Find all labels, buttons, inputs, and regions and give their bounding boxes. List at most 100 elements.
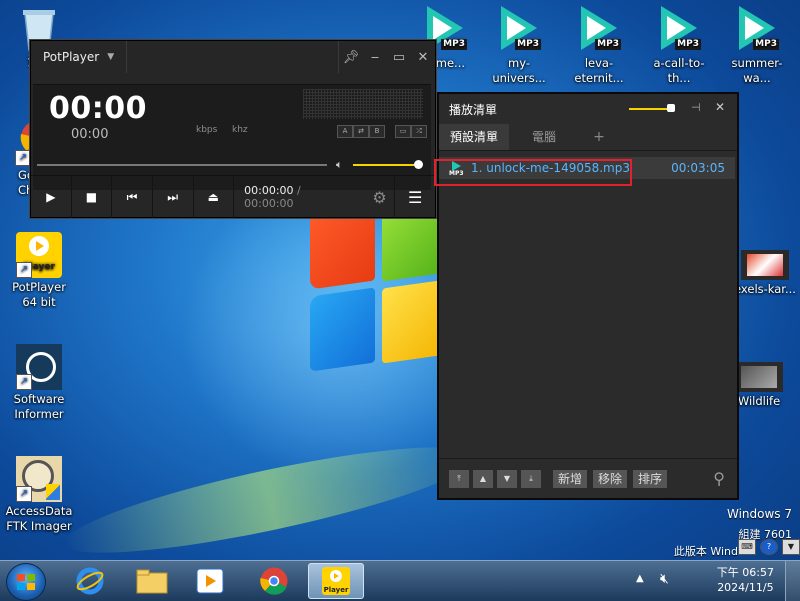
keyboard-icon[interactable]: ⌨: [738, 539, 756, 555]
move-down-button[interactable]: ▼: [497, 469, 517, 488]
clock-time: 下午 06:57: [716, 566, 774, 579]
total-time: 00:00:00: [244, 197, 294, 210]
tab-default-playlist[interactable]: 預設清單: [439, 124, 509, 150]
minimize-button[interactable]: ‒: [363, 41, 387, 73]
next-button[interactable]: ⏭︎: [153, 176, 194, 218]
gear-icon[interactable]: ⚙: [365, 188, 395, 207]
search-icon[interactable]: ⚲: [713, 469, 725, 488]
desktop-file-mp3[interactable]: MP3 summer-wa...: [722, 6, 792, 86]
volume-icon[interactable]: 🔈︎: [336, 158, 343, 172]
mp3-file-icon: MP3: [495, 6, 543, 54]
chrome-icon[interactable]: [246, 563, 302, 599]
playlist-tabs: 預設清單 電腦 +: [439, 124, 737, 151]
move-top-button[interactable]: ⤒: [449, 469, 469, 488]
desktop-icon-potplayer[interactable]: Player ↗ PotPlayer 64 bit: [4, 232, 74, 310]
potplayer-taskbar-button[interactable]: Player: [308, 563, 364, 599]
video-thumbnail-icon: [735, 362, 783, 392]
mp3-file-icon: MP3: [575, 6, 623, 54]
move-up-button[interactable]: ▲: [473, 469, 493, 488]
desktop-file-label: a-call-to-th...: [653, 56, 705, 85]
title-bar: PotPlayer ▼ 📌︎ ‒ ▭ ✕: [31, 41, 435, 73]
track-duration: 00:03:05: [671, 161, 725, 175]
sub-time: 00:00: [71, 127, 109, 142]
volume-slider[interactable]: [353, 164, 418, 166]
desktop-file-label: leva-eternit...: [574, 56, 624, 85]
playlist-title-bar: 播放清單 ⊣ ✕: [439, 94, 737, 124]
subtitle-icon[interactable]: ▭: [395, 125, 411, 138]
add-tab-button[interactable]: +: [579, 124, 619, 150]
desktop-file-mp3[interactable]: MP3 leva-eternit...: [564, 6, 634, 86]
control-bar: ▶ ■ ⏮︎ ⏭︎ ⏏︎ 00:00:00 / 00:00:00 ⚙ ☰: [31, 175, 435, 218]
shuffle-icon[interactable]: ⤮: [411, 125, 427, 138]
current-time: 00:00: [49, 91, 147, 126]
desktop-icon-label: AccessData FTK Imager: [5, 504, 73, 533]
show-hidden-icons-button[interactable]: ▲: [636, 573, 644, 584]
tab-computer[interactable]: 電腦: [509, 124, 579, 150]
elapsed-time: 00:00:00: [244, 184, 294, 197]
seek-bar[interactable]: [37, 164, 327, 166]
desktop-file-label: exels-kar...: [734, 282, 796, 296]
media-player-icon[interactable]: [182, 563, 238, 599]
app-title: PotPlayer: [43, 50, 100, 64]
clock[interactable]: 下午 06:57 2024/11/5: [717, 565, 774, 595]
previous-button[interactable]: ⏮︎: [112, 176, 153, 218]
file-explorer-icon[interactable]: [124, 563, 180, 599]
playlist-volume-knob[interactable]: [667, 104, 675, 112]
playlist-toolbar: ⤒ ▲ ▼ ⤓ 新增 移除 排序 ⚲: [439, 458, 737, 498]
pin-icon[interactable]: 📌︎: [338, 41, 363, 73]
speaker-muted-icon[interactable]: 🔇︎: [660, 571, 669, 587]
desktop-file-mp3[interactable]: MP3 my-univers...: [484, 6, 554, 86]
remove-button[interactable]: 移除: [593, 469, 628, 488]
desktop-icon-ftk-imager[interactable]: ↗ AccessData FTK Imager: [4, 456, 74, 534]
playlist-window: 播放清單 ⊣ ✕ 預設清單 電腦 + MP3 1. unlock-me-1490…: [437, 92, 739, 500]
pin-icon[interactable]: ⊣: [691, 101, 701, 114]
dropdown-icon[interactable]: ▼: [782, 539, 800, 555]
taskbar: Player ▲ 🔇︎ 下午 06:57 2024/11/5: [0, 560, 800, 601]
kbps-label: kbps: [196, 125, 218, 135]
volume-knob[interactable]: [414, 160, 423, 169]
show-desktop-button[interactable]: [785, 561, 800, 601]
system-notification-icons: ⌨ ? ▼: [738, 538, 800, 556]
playlist-title: 播放清單: [449, 102, 498, 117]
eject-button[interactable]: ⏏︎: [194, 176, 235, 218]
sort-button[interactable]: 排序: [633, 469, 668, 488]
mp3-file-icon: MP3: [655, 6, 703, 54]
system-tray: ▲ 🔇︎ 下午 06:57 2024/11/5: [620, 561, 800, 601]
desktop-file-label: my-univers...: [492, 56, 546, 85]
play-button[interactable]: ▶: [31, 176, 72, 218]
playlist-volume-slider[interactable]: [629, 108, 671, 110]
windows-flag-icon: [17, 574, 35, 590]
seek-row: 🔈︎: [33, 157, 431, 173]
mp3-file-icon: MP3: [733, 6, 781, 54]
add-button[interactable]: 新增: [553, 469, 588, 488]
desktop-file-mp3[interactable]: MP3 a-call-to-th...: [644, 6, 714, 86]
potplayer-icon: Player: [322, 567, 350, 595]
desktop-icon-software-informer[interactable]: ↗ Software Informer: [4, 344, 74, 422]
potplayer-window: PotPlayer ▼ 📌︎ ‒ ▭ ✕ 00:00 00:00 kbps kh…: [30, 40, 436, 218]
windows-logo-wallpaper: [300, 197, 450, 390]
windows-edition-text: 此版本 Wind: [673, 545, 738, 558]
internet-explorer-icon[interactable]: [62, 563, 118, 599]
move-bottom-button[interactable]: ⤓: [521, 469, 541, 488]
close-button[interactable]: ✕: [715, 100, 725, 114]
app-menu-button[interactable]: PotPlayer ▼: [31, 41, 128, 73]
desktop-icon-label: PotPlayer 64 bit: [12, 280, 66, 309]
potplayer-icon: Player ↗: [16, 232, 62, 278]
selection-highlight-box: [434, 159, 632, 186]
close-button[interactable]: ✕: [411, 41, 435, 73]
ab-repeat-toggle-button[interactable]: ⇄: [353, 125, 369, 138]
menu-icon[interactable]: ☰: [394, 176, 435, 218]
maximize-button[interactable]: ▭: [387, 41, 411, 73]
help-icon[interactable]: ?: [760, 539, 778, 555]
stop-button[interactable]: ■: [72, 176, 113, 218]
playlist-list: MP3 1. unlock-me-149058.mp3 00:03:05: [439, 151, 737, 451]
desktop-file-label: summer-wa...: [731, 56, 783, 85]
software-informer-icon: ↗: [16, 344, 62, 390]
desktop-file-video[interactable]: exels-kar...: [730, 246, 800, 297]
start-button[interactable]: [6, 563, 46, 601]
spectrum-display: [303, 89, 423, 119]
ab-repeat-b-button[interactable]: B: [369, 125, 385, 138]
ab-repeat-a-button[interactable]: A: [337, 125, 353, 138]
ftk-imager-icon: ↗: [16, 456, 62, 502]
windows-version-text: Windows 7: [726, 507, 792, 521]
